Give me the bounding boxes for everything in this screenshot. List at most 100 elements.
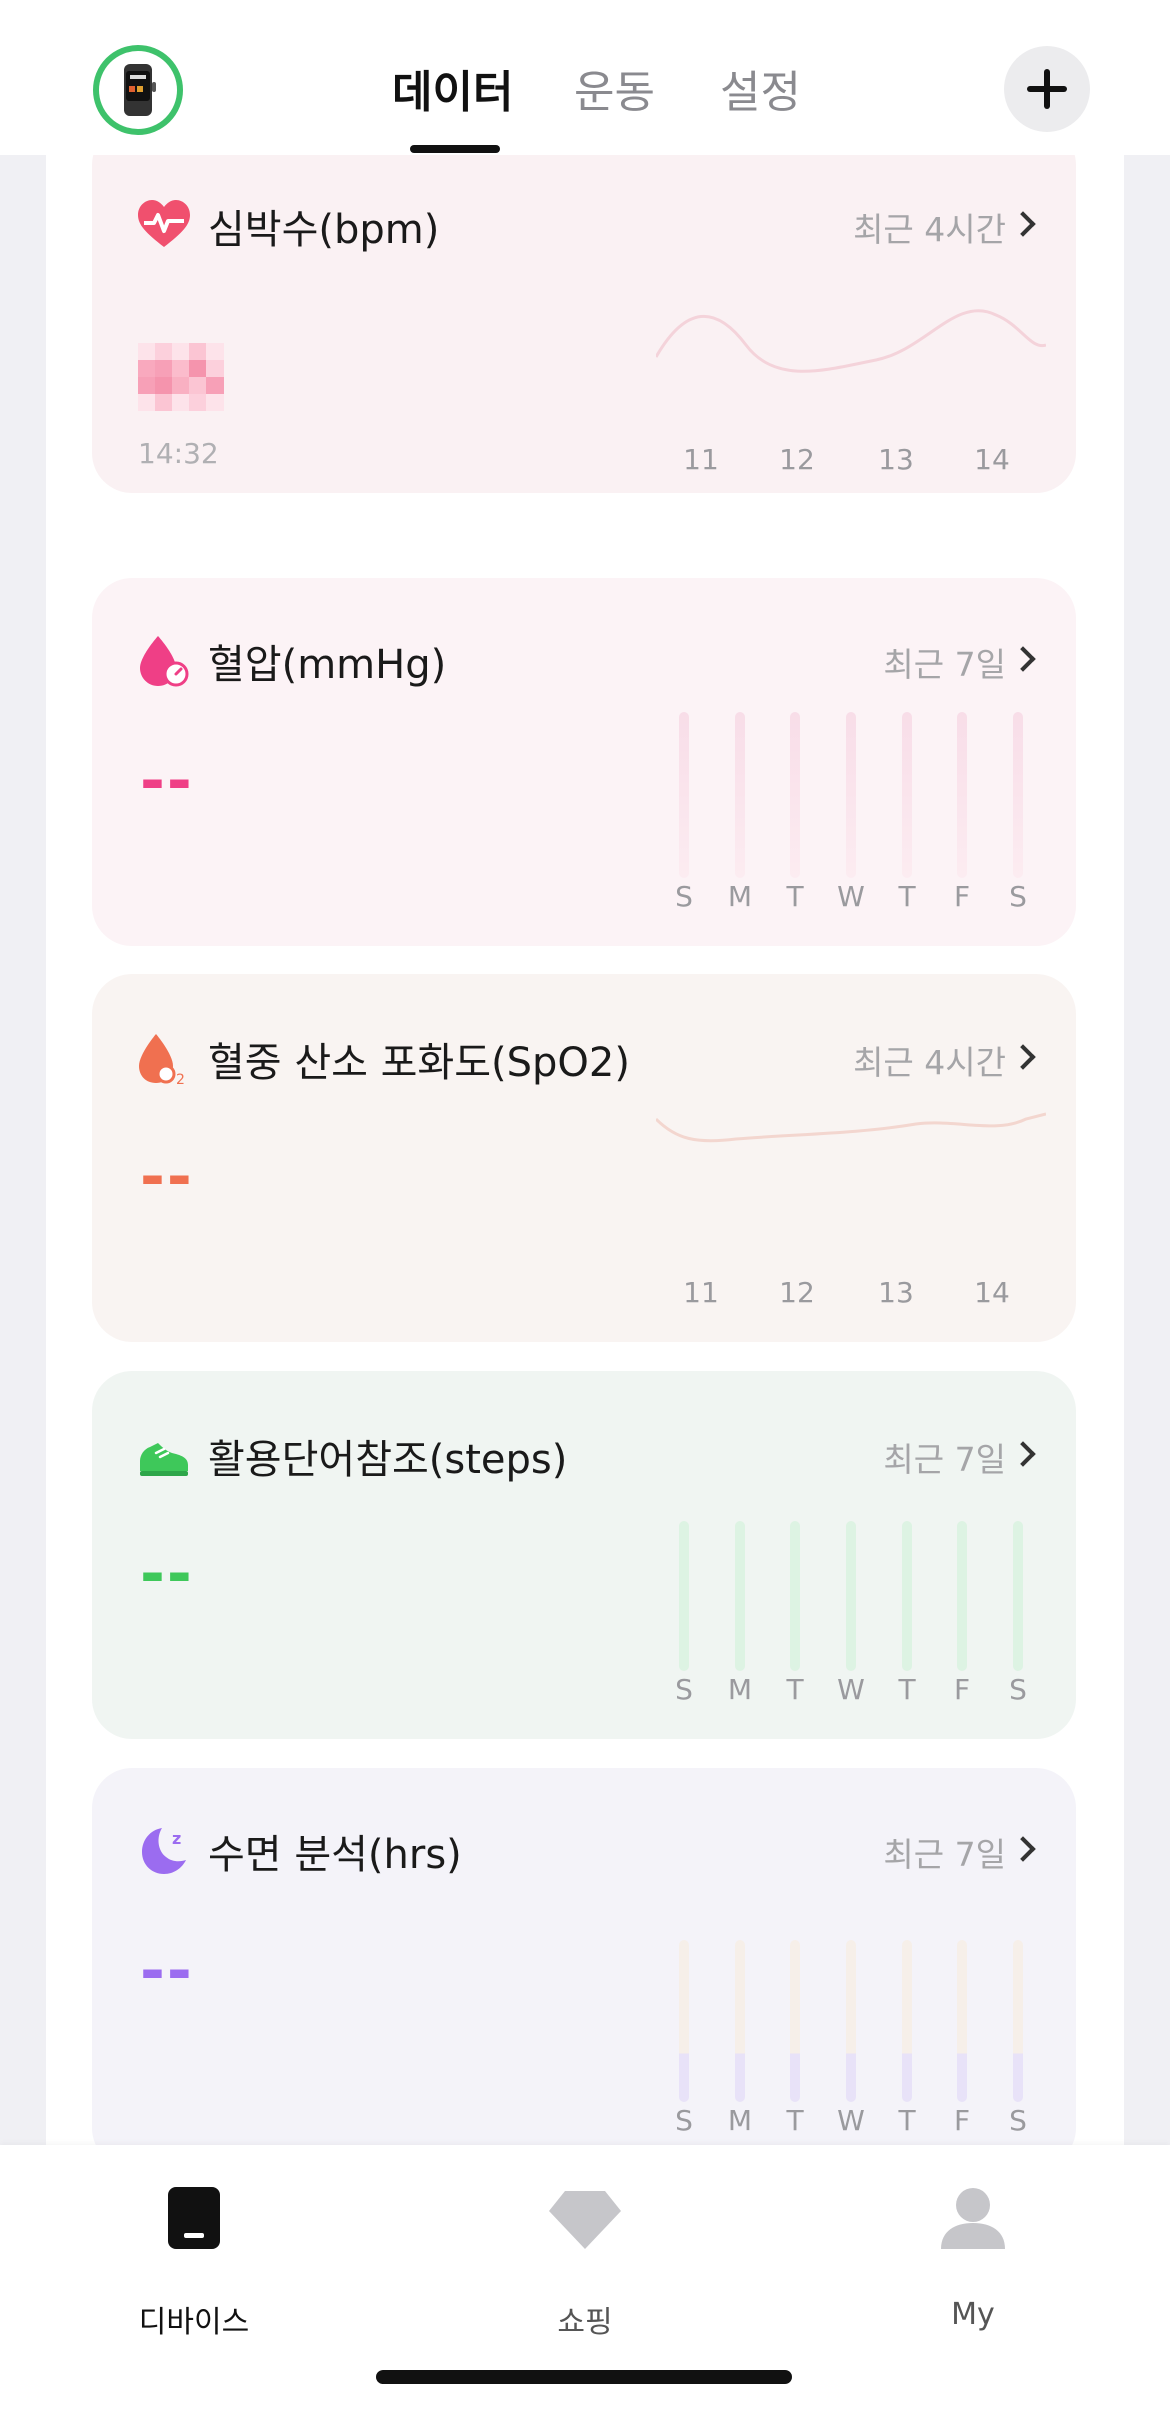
active-tab-indicator	[410, 145, 500, 153]
x-tick: T	[898, 1673, 916, 1706]
blood-drop-gauge-icon	[140, 636, 189, 687]
blood-pressure-card[interactable]: 혈압(mmHg) 최근 7일 -- S M T W T F S	[92, 578, 1076, 946]
chevron-right-icon[interactable]	[1010, 1836, 1036, 1862]
chevron-right-icon[interactable]	[1010, 1044, 1036, 1070]
x-tick: M	[727, 880, 753, 913]
heart-rate-sparkline	[656, 309, 1046, 373]
card-range[interactable]: 최근 7일	[883, 638, 1006, 686]
chart-bar	[679, 1521, 689, 1671]
x-tick: T	[898, 880, 916, 913]
current-value: --	[140, 1142, 194, 1212]
nav-shopping-label: 쇼핑	[557, 2305, 613, 2340]
chart-bar	[1013, 1940, 1023, 2102]
chevron-right-icon[interactable]	[1010, 211, 1036, 237]
user-icon	[941, 2188, 1005, 2249]
x-tick: T	[898, 2104, 916, 2137]
steps-card[interactable]: 활용단어참조(steps) 최근 7일 -- S M T W T F S	[92, 1371, 1076, 1739]
x-tick: F	[953, 2104, 971, 2137]
x-tick: 14	[974, 1276, 1010, 1309]
x-tick: W	[837, 2104, 865, 2137]
chart-bar	[957, 1940, 967, 2102]
device-status-button[interactable]	[92, 44, 184, 136]
x-tick: 12	[779, 443, 815, 476]
x-tick: 11	[683, 443, 719, 476]
x-tick: 12	[779, 1276, 815, 1309]
current-value: --	[140, 746, 194, 816]
card-range[interactable]: 최근 4시간	[853, 1036, 1006, 1084]
device-icon	[168, 2187, 220, 2249]
side-gutter-right	[1124, 155, 1170, 2145]
chart-bar	[1013, 712, 1023, 878]
x-tick: 14	[974, 443, 1010, 476]
card-title: 혈압(mmHg)	[208, 642, 447, 688]
x-tick: S	[1009, 1673, 1027, 1706]
card-title: 수면 분석(hrs)	[208, 1832, 462, 1878]
oxygen-drop-icon: 2	[139, 1034, 185, 1086]
x-tick: T	[786, 880, 804, 913]
chart-bar	[846, 1940, 856, 2102]
card-range[interactable]: 최근 4시간	[853, 203, 1006, 251]
moon-sleep-icon: z	[142, 1828, 186, 1874]
card-title: 혈중 산소 포화도(SpO2)	[208, 1040, 630, 1086]
svg-text:z: z	[172, 1829, 181, 1848]
chart-bar	[790, 712, 800, 878]
chart-bar	[790, 1521, 800, 1671]
x-tick: F	[953, 880, 971, 913]
last-measured-time: 14:32	[138, 437, 219, 470]
sleep-card[interactable]: z 수면 분석(hrs) 최근 7일 -- S M T W T F S	[92, 1768, 1076, 2145]
nav-device-label: 디바이스	[138, 2305, 250, 2340]
x-tick: T	[786, 2104, 804, 2137]
nav-my-label: My	[951, 2297, 995, 2332]
spo2-card[interactable]: 2 혈중 산소 포화도(SpO2) 최근 4시간 -- 11 12 13 14	[92, 974, 1076, 1342]
chart-bar	[679, 712, 689, 878]
sneaker-icon	[140, 1443, 188, 1476]
tab-settings[interactable]: 설정	[720, 56, 801, 120]
x-tick: T	[786, 1673, 804, 1706]
x-tick: S	[1009, 880, 1027, 913]
chart-bar	[735, 1940, 745, 2102]
chart-bar	[902, 712, 912, 878]
chevron-right-icon[interactable]	[1010, 1441, 1036, 1467]
chart-bar	[679, 1940, 689, 2102]
chart-bar	[957, 712, 967, 878]
current-value: --	[140, 1936, 194, 2006]
nav-device[interactable]: 디바이스	[94, 2185, 294, 2340]
top-bar: 데이터 운동 설정	[0, 0, 1170, 155]
side-gutter-left	[0, 155, 46, 2145]
spo2-sparkline	[656, 1112, 1046, 1143]
chart-bar	[846, 1521, 856, 1671]
x-tick: W	[837, 880, 865, 913]
x-tick: S	[675, 1673, 693, 1706]
chevron-right-icon[interactable]	[1010, 646, 1036, 672]
card-title: 심박수(bpm)	[208, 207, 440, 253]
chart-bar	[846, 712, 856, 878]
svg-text:2: 2	[176, 1072, 185, 1086]
nav-my[interactable]: My	[873, 2185, 1073, 2332]
x-tick: M	[727, 1673, 753, 1706]
x-tick: W	[837, 1673, 865, 1706]
heart-rate-icon	[138, 200, 190, 247]
x-tick: F	[953, 1673, 971, 1706]
diamond-icon	[549, 2191, 621, 2249]
heart-rate-value-pixelated	[138, 343, 224, 411]
add-button[interactable]	[1004, 46, 1090, 132]
chart-bar	[790, 1940, 800, 2102]
chart-bar	[735, 1521, 745, 1671]
chart-bar	[957, 1521, 967, 1671]
current-value: --	[140, 1539, 194, 1609]
card-range[interactable]: 최근 7일	[883, 1828, 1006, 1876]
x-tick: S	[1009, 2104, 1027, 2137]
x-tick: 11	[683, 1276, 719, 1309]
card-title: 활용단어참조(steps)	[208, 1437, 568, 1483]
x-tick: S	[675, 880, 693, 913]
x-tick: S	[675, 2104, 693, 2137]
chart-bar	[735, 712, 745, 878]
home-indicator	[376, 2370, 792, 2384]
card-range[interactable]: 최근 7일	[883, 1433, 1006, 1481]
tab-workout[interactable]: 운동	[574, 56, 655, 120]
data-card-list[interactable]: 심박수(bpm) 최근 4시간 14:32 11 12 13 14 혈압(mmH…	[0, 155, 1170, 2145]
heart-rate-card[interactable]: 심박수(bpm) 최근 4시간 14:32 11 12 13 14	[92, 155, 1076, 493]
nav-shopping[interactable]: 쇼핑	[485, 2185, 685, 2340]
tab-data[interactable]: 데이터	[392, 56, 513, 120]
x-tick: 13	[878, 1276, 914, 1309]
